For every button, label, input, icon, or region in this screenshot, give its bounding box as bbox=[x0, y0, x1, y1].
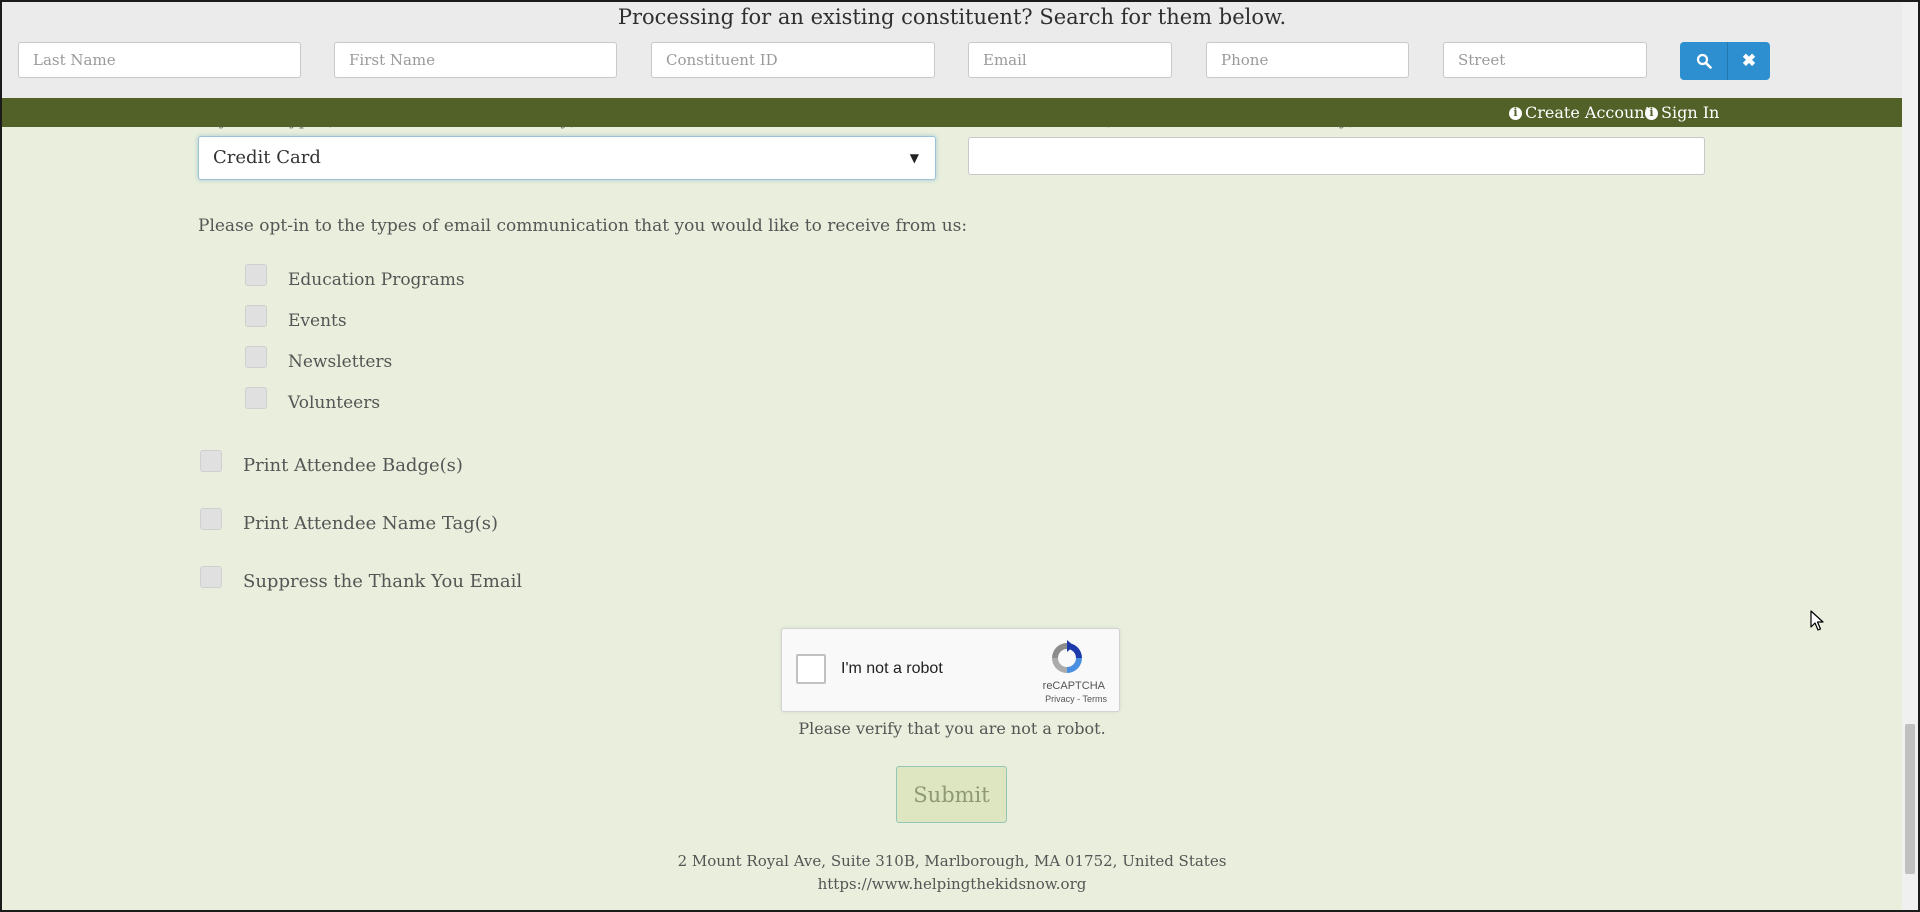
submit-button[interactable]: Submit bbox=[896, 766, 1007, 823]
recaptcha-widget: I'm not a robot reCAPTCHA Privacy - Term… bbox=[781, 628, 1120, 712]
events-label: Events bbox=[288, 311, 347, 331]
payment-type-value: Credit Card bbox=[213, 147, 321, 168]
sign-in-label: Sign In bbox=[1661, 103, 1720, 122]
constituent-id-search-input[interactable] bbox=[651, 42, 935, 78]
chevron-down-icon: ▼ bbox=[909, 151, 919, 165]
info-icon: i bbox=[1645, 106, 1658, 120]
browser-viewport: Processing for an existing constituent? … bbox=[0, 0, 1920, 912]
events-checkbox[interactable] bbox=[245, 305, 267, 327]
volunteers-label: Volunteers bbox=[288, 393, 381, 413]
email-search-input[interactable] bbox=[968, 42, 1172, 78]
print-badges-label: Print Attendee Badge(s) bbox=[243, 455, 463, 476]
print-name-tags-label: Print Attendee Name Tag(s) bbox=[243, 513, 499, 534]
verify-message: Please verify that you are not a robot. bbox=[798, 719, 1106, 738]
footer-address: 2 Mount Royal Ave, Suite 310B, Marlborou… bbox=[677, 852, 1227, 870]
payment-type-select[interactable]: Credit Card ▼ bbox=[198, 136, 936, 180]
suppress-thank-you-label: Suppress the Thank You Email bbox=[243, 571, 523, 592]
footer-url[interactable]: https://www.helpingthekidsnow.org bbox=[2, 874, 1902, 894]
optin-prompt: Please opt-in to the types of email comm… bbox=[198, 216, 968, 236]
constituent-search-bar: Processing for an existing constituent? … bbox=[2, 2, 1902, 98]
recaptcha-logo-icon bbox=[1052, 640, 1082, 673]
mouse-cursor-icon bbox=[1810, 610, 1824, 631]
create-account-link[interactable]: i Create Account bbox=[1509, 103, 1651, 123]
newsletters-label: Newsletters bbox=[288, 352, 393, 372]
search-icon bbox=[1696, 53, 1712, 69]
street-search-input[interactable] bbox=[1443, 42, 1647, 78]
print-badges-checkbox[interactable] bbox=[200, 450, 222, 472]
recaptcha-brand: reCAPTCHA bbox=[1042, 680, 1105, 692]
scrollbar-thumb[interactable] bbox=[1905, 724, 1915, 874]
suppress-thank-you-checkbox[interactable] bbox=[200, 566, 222, 588]
recaptcha-label: I'm not a robot bbox=[841, 660, 943, 677]
sign-in-link[interactable]: i Sign In bbox=[1645, 103, 1719, 123]
clear-search-button[interactable]: ✖ bbox=[1728, 42, 1770, 80]
page-scrollbar[interactable] bbox=[1902, 2, 1918, 910]
check-number-input[interactable] bbox=[968, 137, 1705, 175]
print-name-tags-checkbox[interactable] bbox=[200, 508, 222, 530]
recaptcha-links[interactable]: Privacy - Terms bbox=[1045, 694, 1107, 704]
first-name-search-input[interactable] bbox=[334, 42, 617, 78]
create-account-label: Create Account bbox=[1525, 103, 1652, 122]
volunteers-checkbox[interactable] bbox=[245, 387, 267, 409]
education-programs-checkbox[interactable] bbox=[245, 264, 267, 286]
last-name-search-input[interactable] bbox=[18, 42, 301, 78]
account-bar: i Create Account i Sign In bbox=[2, 98, 1902, 127]
phone-search-input[interactable] bbox=[1206, 42, 1409, 78]
search-button[interactable] bbox=[1680, 42, 1728, 80]
education-programs-label: Education Programs bbox=[288, 270, 465, 290]
info-icon: i bbox=[1509, 106, 1522, 120]
newsletters-checkbox[interactable] bbox=[245, 346, 267, 368]
close-icon: ✖ bbox=[1741, 51, 1757, 70]
search-heading: Processing for an existing constituent? … bbox=[617, 5, 1287, 29]
recaptcha-checkbox[interactable] bbox=[796, 654, 826, 684]
